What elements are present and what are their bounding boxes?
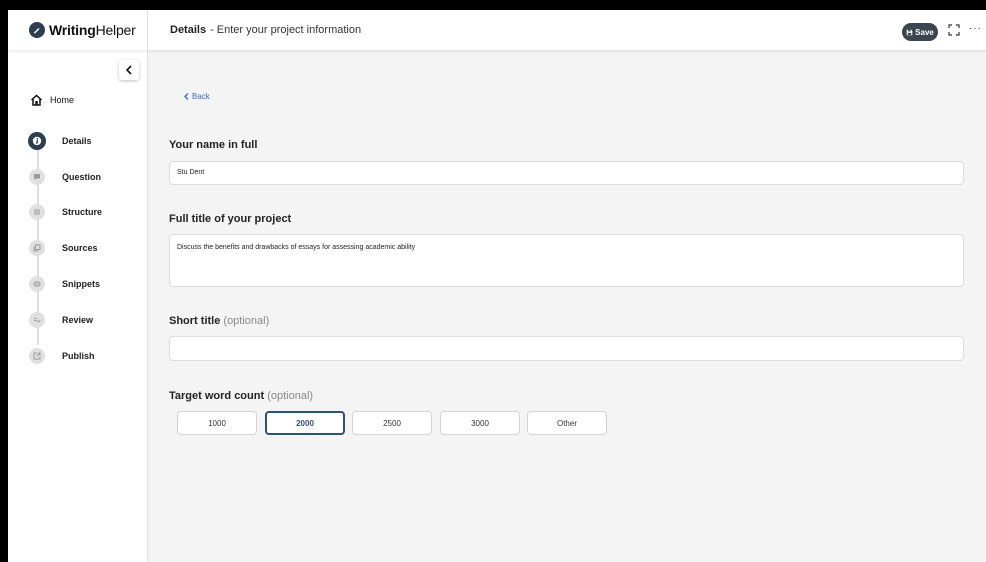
info-icon [28, 132, 46, 150]
home-icon [30, 94, 43, 106]
chevron-left-icon [125, 65, 132, 75]
sidebar-step-label: Review [62, 315, 94, 325]
sidebar-step-label: Structure [62, 207, 103, 217]
more-options-icon[interactable]: ··· [969, 23, 982, 34]
word-count-option-3000[interactable]: 3000 [440, 411, 520, 435]
sidebar-item-label: Home [50, 95, 75, 105]
optional-hint: (optional) [267, 390, 314, 402]
logo-icon [29, 22, 45, 38]
optional-hint: (optional) [223, 315, 270, 327]
sidebar-step-review[interactable]: Review [28, 310, 138, 330]
collapse-sidebar-button[interactable] [119, 60, 139, 80]
speech-bubble-icon [29, 169, 45, 185]
name-input[interactable]: Stu Dent [169, 161, 964, 185]
short-title-label: Short title (optional) [169, 315, 270, 327]
save-label: Save [915, 27, 934, 37]
chevron-left-icon [184, 93, 189, 100]
app-window: WritingHelper Details - Enter your proje… [8, 10, 986, 562]
quote-icon [29, 276, 45, 292]
logo-text: WritingHelper [49, 22, 136, 38]
external-link-icon [29, 348, 45, 364]
project-title-label: Full title of your project [169, 213, 292, 225]
back-label: Back [192, 92, 210, 101]
main-content: Back Your name in full Stu Dent Full tit… [148, 50, 986, 562]
sidebar-step-question[interactable]: Question [28, 167, 138, 187]
sidebar-step-label: Publish [62, 351, 95, 361]
page-heading: Details - Enter your project information [170, 10, 361, 50]
save-icon [906, 29, 913, 35]
word-count-option-2500[interactable]: 2500 [352, 411, 432, 435]
expand-icon[interactable] [948, 24, 960, 36]
list-icon [29, 204, 45, 220]
page-title: Details [170, 24, 207, 36]
sidebar-item-home[interactable]: Home [30, 90, 74, 110]
project-title-input[interactable]: Discuss the benefits and drawbacks of es… [169, 234, 964, 287]
sidebar-step-label: Snippets [62, 279, 101, 289]
back-link[interactable]: Back [184, 92, 210, 101]
sidebar-step-publish[interactable]: Publish [28, 346, 138, 366]
name-label: Your name in full [169, 139, 258, 151]
sidebar-step-structure[interactable]: Structure [28, 202, 138, 222]
word-count-option-other[interactable]: Other [527, 411, 607, 435]
sidebar-step-label: Sources [62, 243, 98, 253]
sidebar: Home Details Question Structure Sources … [8, 50, 148, 562]
sidebar-step-details[interactable]: Details [28, 131, 138, 151]
word-count-option-1000[interactable]: 1000 [177, 411, 257, 435]
logo[interactable]: WritingHelper [8, 10, 148, 50]
sidebar-step-sources[interactable]: Sources [28, 238, 138, 258]
page-subtitle: - Enter your project information [210, 24, 362, 36]
sidebar-step-label: Details [62, 136, 92, 146]
sidebar-step-label: Question [62, 172, 102, 182]
review-check-icon [29, 312, 45, 328]
short-title-input[interactable] [169, 336, 964, 361]
word-count-option-2000[interactable]: 2000 [265, 411, 345, 435]
word-count-label: Target word count (optional) [169, 390, 314, 402]
top-bar: WritingHelper Details - Enter your proje… [8, 10, 986, 50]
save-button[interactable]: Save [902, 23, 938, 41]
sidebar-step-snippets[interactable]: Snippets [28, 274, 138, 294]
copy-icon [29, 240, 45, 256]
